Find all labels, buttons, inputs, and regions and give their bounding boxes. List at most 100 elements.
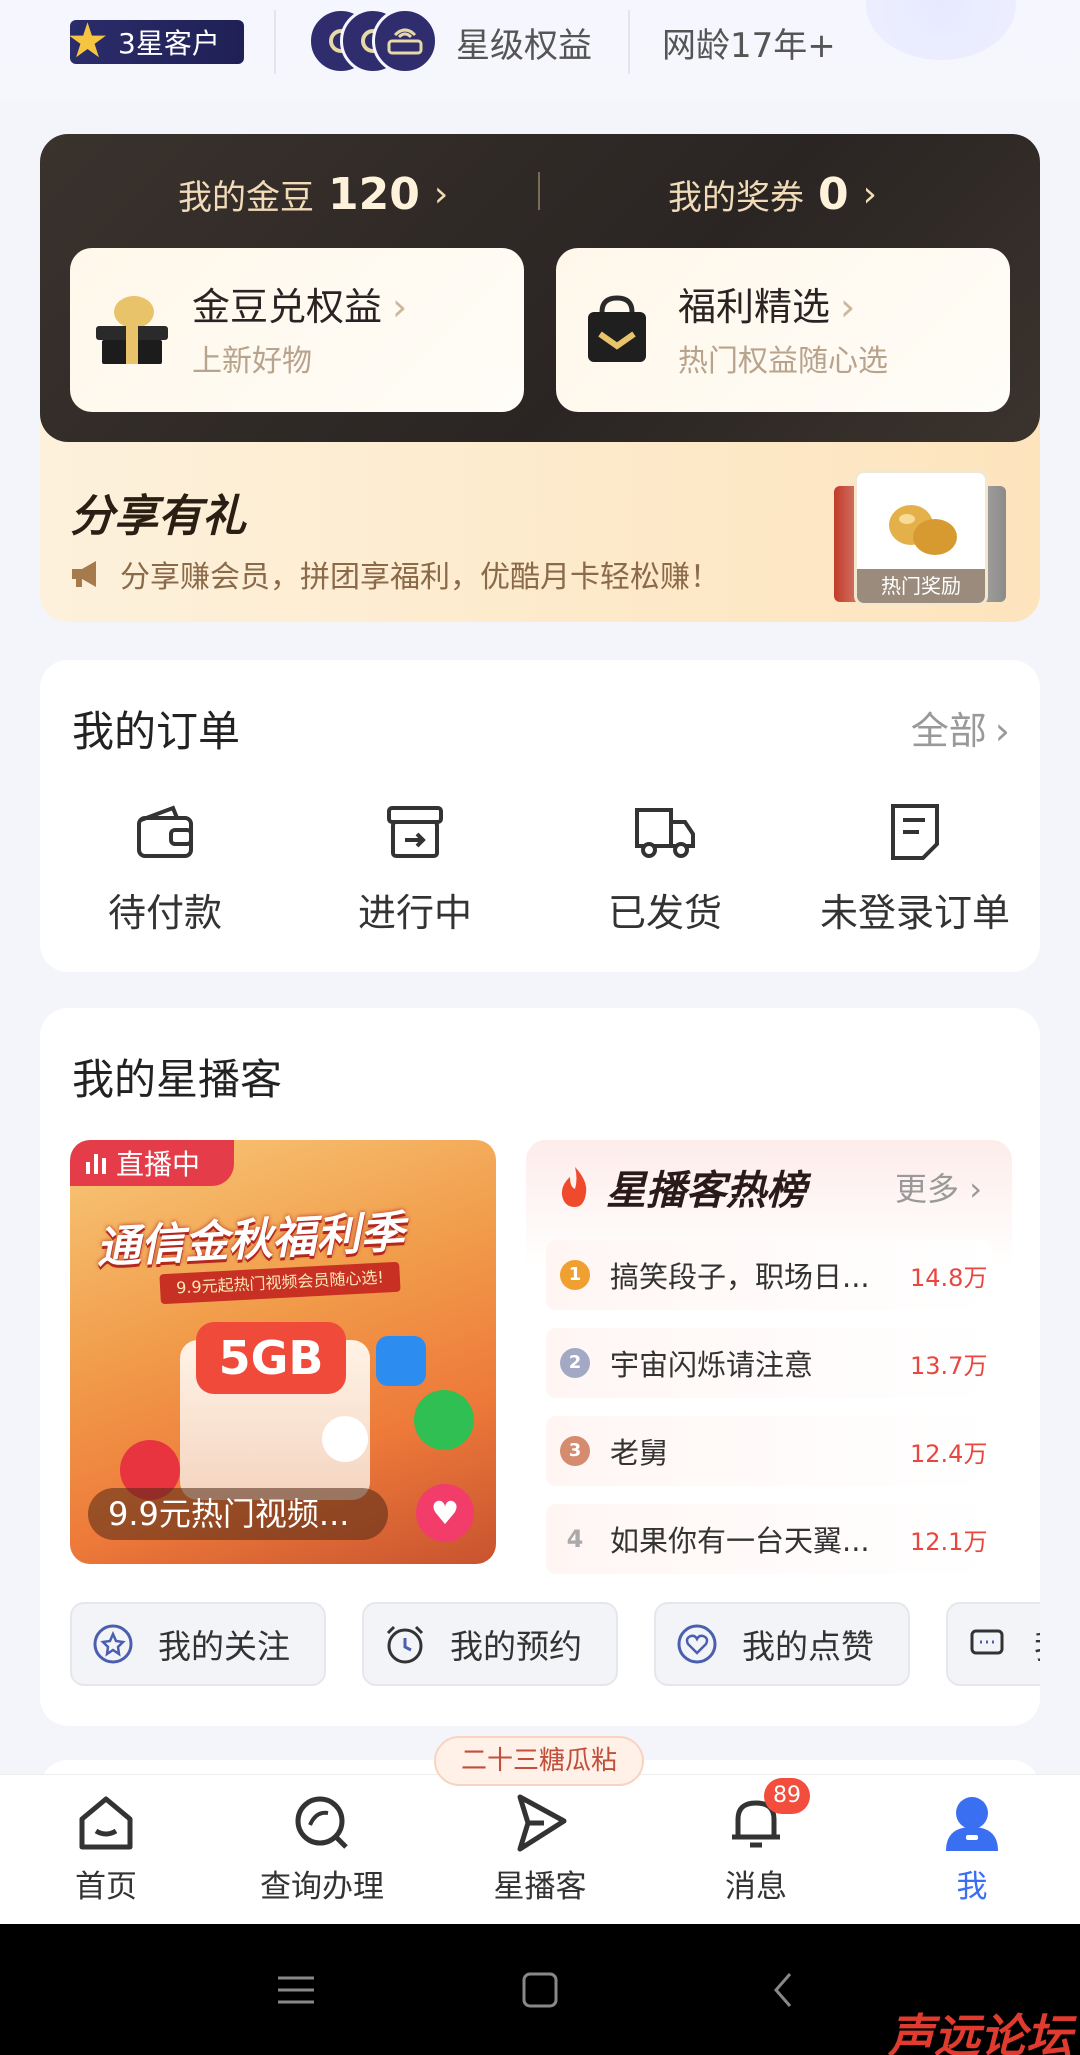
welfare-title: 福利精选 xyxy=(678,285,831,329)
tab-label: 首页 xyxy=(75,1869,137,1905)
chevron-right-icon: › xyxy=(994,709,1010,753)
live-badge: 直播中 xyxy=(70,1140,234,1186)
bottom-tab-bar: 首页 查询办理 星播客 消息 我 xyxy=(0,1774,1080,1924)
my-follows-chip[interactable]: 我的关注 xyxy=(70,1602,326,1686)
chip-label: 我的点赞 xyxy=(742,1627,874,1666)
back-icon[interactable] xyxy=(762,1968,806,2012)
notification-badge: 89 xyxy=(764,1778,810,1814)
orders-all-link[interactable]: 全部 › xyxy=(911,700,1010,755)
tab-query[interactable]: 查询办理 xyxy=(222,1791,422,1906)
gift-box-icon xyxy=(96,296,168,364)
hot-item-count: 13.7万 xyxy=(910,1351,988,1380)
tab-me[interactable]: 我 xyxy=(872,1791,1072,1906)
avatar[interactable] xyxy=(866,0,1016,60)
menu-icon[interactable] xyxy=(274,1968,318,2012)
hot-list-item[interactable]: 3 老舅 12.4万 xyxy=(546,1416,992,1486)
app-logo-icon xyxy=(414,1390,474,1450)
hot-item-name: 老舅 xyxy=(610,1436,669,1470)
share-title: 分享有礼 xyxy=(70,491,246,542)
live-stream-card[interactable]: 直播中 通信金秋福利季 9.9元起热门视频会员随心选! 5GB 9.9元热门视频… xyxy=(70,1140,496,1564)
promo-bubble[interactable]: 二十三糖瓜粘 xyxy=(434,1736,644,1786)
orders-title: 我的订单 xyxy=(72,707,241,756)
data-gift-label: 5GB xyxy=(196,1322,346,1394)
beans-label: 我的金豆 xyxy=(178,177,314,218)
orders-card: 我的订单 全部 › 待付款 进行中 已发货 未登录订单 xyxy=(40,660,1040,972)
play-icon xyxy=(517,1794,567,1852)
hot-reward[interactable]: 热门奖励 xyxy=(834,466,1006,610)
beans-value: 120 xyxy=(328,168,420,220)
hot-list-title: 星播客热榜 xyxy=(606,1168,806,1214)
home-square-icon[interactable] xyxy=(518,1968,562,2012)
order-pending-payment[interactable]: 待付款 xyxy=(40,800,290,937)
hot-list-item[interactable]: 1 搞笑段子，职场日... 14.8万 xyxy=(546,1240,992,1310)
chevron-right-icon: › xyxy=(862,173,878,215)
tab-home[interactable]: 首页 xyxy=(6,1791,206,1906)
shortcut-chips: 我的关注 我的预约 我的点赞 我 xyxy=(70,1602,1040,1688)
hot-list-item[interactable]: 2 宇宙闪烁请注意 13.7万 xyxy=(546,1328,992,1398)
hot-list-header: 星播客热榜 xyxy=(556,1158,806,1216)
my-beans-link[interactable]: 我的金豆 120 › xyxy=(178,164,448,224)
hot-list-item[interactable]: 4 如果你有一台天翼... 12.1万 xyxy=(546,1504,992,1574)
share-banner[interactable]: 分享有礼 分享赚会员，拼团享福利，优酷月卡轻松赚！ 热门奖励 xyxy=(40,420,1040,622)
truck-icon xyxy=(635,808,695,858)
level-badge[interactable]: ★ 3星客户 xyxy=(66,16,244,66)
my-coupons-link[interactable]: 我的奖券 0 › xyxy=(668,164,877,224)
reward-tag: 热门奖励 xyxy=(857,569,985,603)
rank-badge: 4 xyxy=(566,1525,584,1553)
bean-exchange-title: 金豆兑权益 xyxy=(192,285,383,329)
app-logo-icon xyxy=(376,1336,426,1386)
order-shipped[interactable]: 已发货 xyxy=(540,800,790,937)
live-headline: 通信金秋福利季 xyxy=(95,1206,406,1274)
level-badge-label: 3星客户 xyxy=(118,27,220,60)
hot-list-more-label: 更多 xyxy=(895,1170,960,1208)
xingboke-title: 我的星播客 xyxy=(72,1055,283,1104)
share-subtitle: 分享赚会员，拼团享福利，优酷月卡轻松赚！ xyxy=(120,560,720,595)
tab-xingboke[interactable]: 星播客 xyxy=(440,1791,640,1906)
comment-icon xyxy=(970,1629,1004,1655)
router-icon xyxy=(372,8,438,74)
reward-card: 热门奖励 xyxy=(854,470,988,606)
star-rights-link[interactable]: 星级权益 xyxy=(456,18,592,67)
my-reservations-chip[interactable]: 我的预约 xyxy=(362,1602,618,1686)
document-icon xyxy=(891,804,939,860)
tab-label: 查询办理 xyxy=(260,1869,384,1905)
welfare-subtitle: 热门权益随心选 xyxy=(678,344,888,379)
welfare-card[interactable]: 福利精选 › 热门权益随心选 xyxy=(556,248,1010,412)
orders-all-label: 全部 xyxy=(910,709,987,753)
tab-label: 我 xyxy=(956,1869,988,1905)
hot-item-count: 12.1万 xyxy=(910,1527,988,1556)
comments-chip[interactable]: 我 xyxy=(946,1602,1040,1686)
tab-messages[interactable]: 消息 xyxy=(656,1791,856,1906)
live-caption: 9.9元热门视频... xyxy=(88,1488,388,1540)
divider xyxy=(628,10,630,74)
rights-icons[interactable] xyxy=(308,8,438,76)
hot-list: 星播客热榜 更多 › 1 搞笑段子，职场日... 14.8万 2 宇宙闪烁请注意… xyxy=(526,1140,1012,1574)
tab-label: 消息 xyxy=(725,1869,787,1905)
order-unlogged[interactable]: 未登录订单 xyxy=(790,800,1040,937)
rank-badge: 3 xyxy=(560,1436,590,1466)
hot-item-name: 如果你有一台天翼... xyxy=(610,1524,870,1558)
hot-list-more[interactable]: 更多 › xyxy=(895,1164,982,1210)
bean-exchange-title-row: 金豆兑权益 › xyxy=(192,276,407,331)
hot-item-name: 宇宙闪烁请注意 xyxy=(610,1348,814,1382)
xingboke-card: 我的星播客 直播中 通信金秋福利季 9.9元起热门视频会员随心选! 5GB 9.… xyxy=(40,1008,1040,1726)
tab-label: 星播客 xyxy=(493,1869,587,1905)
shopping-bag-icon xyxy=(588,295,646,362)
home-icon xyxy=(79,1796,133,1850)
heart-icon[interactable]: ♥ xyxy=(416,1484,474,1542)
wallet-icon xyxy=(137,805,193,858)
bean-exchange-subtitle: 上新好物 xyxy=(192,344,312,379)
bean-exchange-card[interactable]: 金豆兑权益 › 上新好物 xyxy=(70,248,524,412)
rank-badge: 1 xyxy=(560,1260,590,1290)
hot-item-name: 搞笑段子，职场日... xyxy=(610,1260,870,1294)
order-item-label: 进行中 xyxy=(357,891,472,935)
chevron-right-icon: › xyxy=(840,285,856,329)
my-likes-chip[interactable]: 我的点赞 xyxy=(654,1602,910,1686)
alarm-clock-icon xyxy=(386,1625,424,1664)
box-arrow-icon xyxy=(387,806,443,858)
app-logo-icon xyxy=(322,1416,368,1462)
star-icon: ★ xyxy=(66,13,110,69)
member-bar: ★ 3星客户 星级权益 网龄17年+ xyxy=(0,0,1080,100)
order-in-progress[interactable]: 进行中 xyxy=(290,800,540,937)
divider xyxy=(538,172,540,210)
